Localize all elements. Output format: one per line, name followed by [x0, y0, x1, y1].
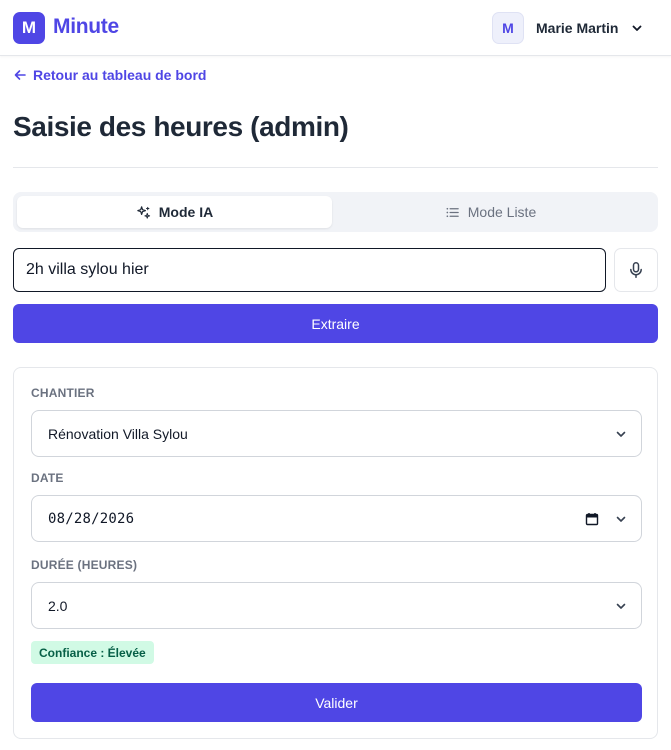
chevron-down-icon[interactable]: [631, 22, 643, 34]
chantier-label: CHANTIER: [31, 386, 95, 400]
validate-button[interactable]: Valider: [31, 683, 642, 722]
brand-name[interactable]: Minute: [53, 15, 119, 39]
divider: [13, 167, 658, 168]
tab-mode-ia[interactable]: Mode IA: [17, 196, 332, 228]
microphone-button[interactable]: [614, 248, 658, 292]
chevron-down-icon: [616, 516, 626, 522]
logo-icon[interactable]: M: [13, 12, 45, 44]
tab-mode-liste[interactable]: Mode Liste: [333, 196, 648, 228]
tab-label: Mode Liste: [467, 204, 537, 220]
chevron-down-icon: [616, 431, 626, 437]
date-value: 08/28/2026: [48, 510, 135, 527]
duree-value: 2.0: [48, 597, 68, 614]
duree-label: DURÉE (HEURES): [31, 558, 138, 572]
user-name[interactable]: Marie Martin: [536, 20, 618, 36]
extract-button[interactable]: Extraire: [13, 304, 658, 343]
page-title: Saisie des heures (admin): [13, 111, 349, 142]
extraction-result-card: CHANTIER Rénovation Villa Sylou DATE 08/…: [13, 367, 658, 739]
date-label: DATE: [31, 471, 64, 485]
chevron-down-icon: [616, 603, 626, 609]
calendar-icon[interactable]: [585, 512, 599, 526]
microphone-icon: [630, 262, 642, 279]
avatar[interactable]: M: [492, 12, 524, 44]
confidence-badge: Confiance : Élevée: [31, 641, 154, 664]
back-to-dashboard-link[interactable]: Retour au tableau de bord: [13, 67, 206, 83]
duree-select[interactable]: 2.0: [31, 582, 642, 629]
chantier-select[interactable]: Rénovation Villa Sylou: [31, 410, 642, 457]
sparkles-icon: [137, 205, 150, 219]
top-header: M Minute M Marie Martin: [0, 0, 671, 56]
ai-text-input[interactable]: [13, 248, 606, 292]
list-icon: [446, 207, 459, 217]
arrow-left-icon: [14, 70, 26, 80]
back-link-label: Retour au tableau de bord: [33, 67, 207, 83]
chantier-value: Rénovation Villa Sylou: [48, 425, 188, 442]
date-input[interactable]: 08/28/2026: [31, 495, 642, 542]
tab-label: Mode IA: [158, 204, 214, 220]
mode-tabs: Mode IA Mode Liste: [13, 192, 658, 232]
